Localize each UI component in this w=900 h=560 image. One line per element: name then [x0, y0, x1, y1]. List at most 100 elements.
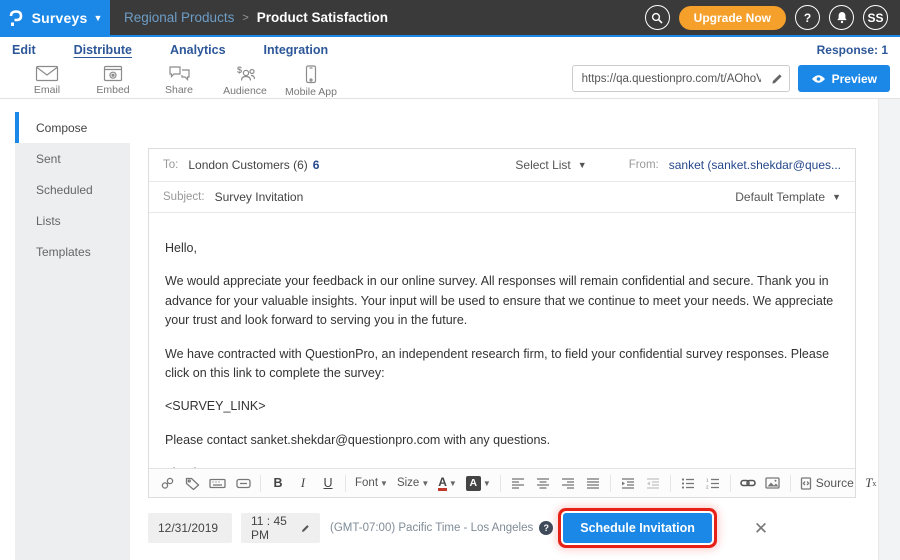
channel-label: Mobile App — [285, 86, 337, 98]
body-paragraph: We would appreciate your feedback in our… — [165, 272, 839, 330]
channel-audience[interactable]: $ Audience — [212, 61, 278, 98]
source-button[interactable]: Source — [800, 473, 854, 493]
help-button[interactable]: ? — [795, 5, 820, 30]
body-paragraph: We have contracted with QuestionPro, an … — [165, 345, 839, 384]
timezone-wrap: (GMT-07:00) Pacific Time - Los Angeles ? — [330, 521, 553, 535]
schedule-date-value: 12/31/2019 — [158, 521, 218, 535]
mobile-app-icon — [305, 65, 317, 84]
insert-field-icon[interactable] — [209, 473, 226, 493]
sidebar-item-scheduled[interactable]: Scheduled — [15, 174, 130, 205]
edit-url-button[interactable] — [765, 73, 789, 85]
text-color-icon: A — [438, 476, 447, 491]
timezone-help-icon[interactable]: ? — [539, 521, 553, 535]
hyperlink-button[interactable] — [740, 473, 756, 493]
response-count[interactable]: Response: 1 — [817, 43, 888, 57]
pencil-icon — [771, 73, 783, 85]
schedule-time-input[interactable]: 11 : 45 PM — [241, 513, 320, 543]
to-row: To: London Customers (6) 6 Select List ▼… — [149, 149, 855, 182]
tab-edit[interactable]: Edit — [12, 43, 36, 57]
notifications-button[interactable] — [829, 5, 854, 30]
channel-mobile-app[interactable]: Mobile App — [278, 61, 344, 98]
scrollbar-track[interactable] — [878, 99, 900, 560]
survey-url-box — [572, 65, 790, 92]
font-dropdown-label: Font — [355, 477, 378, 489]
survey-url-input[interactable] — [573, 73, 765, 85]
timezone-text: (GMT-07:00) Pacific Time - Los Angeles — [330, 522, 533, 534]
user-avatar[interactable]: SS — [863, 5, 888, 30]
search-button[interactable] — [645, 5, 670, 30]
compose-editor-card: To: London Customers (6) 6 Select List ▼… — [148, 148, 856, 498]
bulleted-list-button[interactable] — [680, 473, 696, 493]
channel-label: Email — [34, 84, 60, 96]
background-color-button[interactable]: A ▼ — [466, 473, 491, 493]
decrease-indent-button[interactable] — [645, 473, 661, 493]
select-list-dropdown[interactable]: Select List ▼ — [515, 158, 586, 172]
italic-button[interactable]: I — [295, 473, 311, 493]
justify-button[interactable] — [585, 473, 601, 493]
breadcrumb-survey-title: Product Satisfaction — [257, 10, 388, 25]
upgrade-now-button[interactable]: Upgrade Now — [679, 6, 786, 30]
tab-analytics[interactable]: Analytics — [170, 43, 226, 57]
pencil-icon — [301, 522, 310, 535]
sidebar-item-lists[interactable]: Lists — [15, 205, 130, 236]
sidebar-item-sent[interactable]: Sent — [15, 143, 130, 174]
subject-label: Subject: — [163, 191, 205, 203]
template-dropdown[interactable]: Default Template ▼ — [735, 190, 841, 204]
tab-distribute[interactable]: Distribute — [74, 43, 132, 57]
chevron-down-icon: ▼ — [93, 13, 102, 23]
insert-tag-icon[interactable] — [184, 473, 200, 493]
remove-format-button[interactable]: Tx — [863, 473, 879, 493]
header-actions: Upgrade Now ? SS — [645, 5, 900, 30]
channel-label: Audience — [223, 85, 267, 97]
channel-share[interactable]: Share — [146, 61, 212, 98]
distribute-content: Compose Sent Scheduled Lists Templates T… — [0, 99, 900, 560]
body-paragraph: <SURVEY_LINK> — [165, 397, 839, 416]
chevron-down-icon: ▼ — [449, 479, 457, 488]
close-icon[interactable]: ✕ — [754, 520, 768, 537]
to-label: To: — [163, 159, 178, 171]
preview-button[interactable]: Preview — [798, 65, 890, 92]
subject-value[interactable]: Survey Invitation — [215, 190, 304, 204]
svg-text:2: 2 — [706, 485, 709, 489]
bold-button[interactable]: B — [270, 473, 286, 493]
source-label: Source — [816, 476, 854, 490]
channel-label: Share — [165, 84, 193, 96]
increase-indent-button[interactable] — [620, 473, 636, 493]
to-value[interactable]: London Customers (6) — [188, 158, 307, 172]
insert-button-icon[interactable] — [235, 473, 251, 493]
question-mark-icon: ? — [804, 11, 811, 25]
chevron-down-icon: ▼ — [483, 479, 491, 488]
select-list-label: Select List — [515, 158, 570, 172]
background-color-icon: A — [466, 476, 481, 491]
align-right-button[interactable] — [560, 473, 576, 493]
align-left-button[interactable] — [510, 473, 526, 493]
channel-items: Email Embed Share $ — [0, 61, 344, 98]
distribute-channels-bar: Email Embed Share $ — [0, 61, 900, 99]
sidebar-item-compose[interactable]: Compose — [15, 112, 130, 143]
breadcrumb-separator: > — [242, 12, 248, 24]
font-size-dropdown[interactable]: Size ▼ — [397, 477, 429, 489]
numbered-list-button[interactable]: 12 — [705, 473, 721, 493]
email-icon — [35, 65, 59, 82]
text-color-button[interactable]: A ▼ — [438, 473, 457, 493]
recipient-count[interactable]: 6 — [313, 158, 320, 172]
channel-embed[interactable]: Embed — [80, 61, 146, 98]
schedule-date-input[interactable]: 12/31/2019 — [148, 513, 232, 543]
channel-email[interactable]: Email — [14, 61, 80, 98]
insert-image-button[interactable] — [765, 473, 781, 493]
sidebar-item-templates[interactable]: Templates — [15, 236, 130, 267]
from-wrap: From: sanket (sanket.shekdar@ques... — [629, 158, 841, 172]
breadcrumb-folder-link[interactable]: Regional Products — [124, 10, 234, 25]
preview-label: Preview — [832, 72, 877, 86]
email-body-editor[interactable]: Hello, We would appreciate your feedback… — [149, 213, 855, 468]
bell-icon — [836, 11, 848, 24]
tab-integration[interactable]: Integration — [264, 43, 329, 57]
embed-icon — [103, 65, 123, 82]
schedule-invitation-button[interactable]: Schedule Invitation — [563, 513, 712, 543]
align-center-button[interactable] — [535, 473, 551, 493]
font-family-dropdown[interactable]: Font ▼ — [355, 477, 388, 489]
from-value[interactable]: sanket (sanket.shekdar@ques... — [669, 158, 841, 172]
underline-button[interactable]: U — [320, 473, 336, 493]
questionpro-logo-block[interactable]: Surveys ▼ — [0, 0, 110, 35]
insert-link-icon[interactable] — [159, 473, 175, 493]
